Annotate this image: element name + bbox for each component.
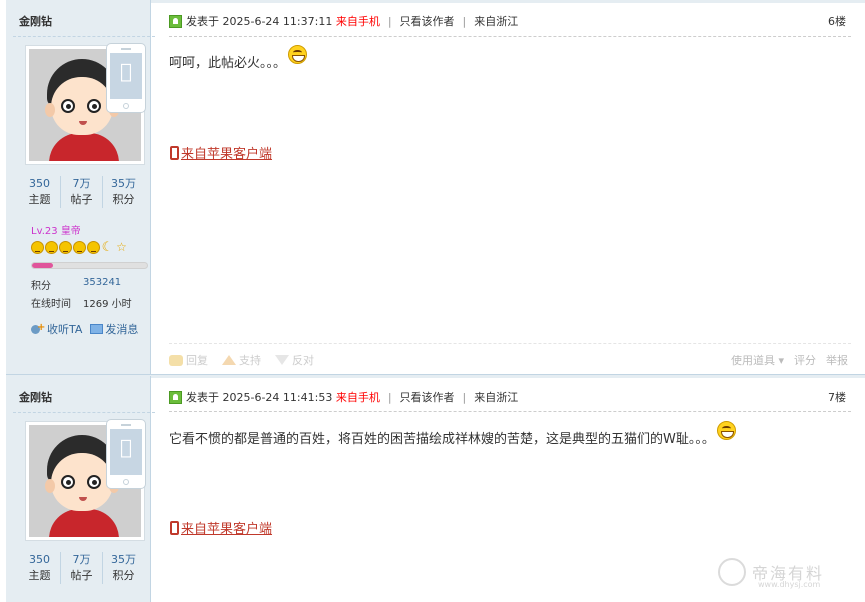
author-sidebar: 金刚钻  350 主题 7万 帖子 xyxy=(6,0,155,376)
region-label: 来自浙江 xyxy=(474,391,519,404)
moon-icon: ☾ xyxy=(101,240,114,255)
stat-topics[interactable]: 350 主题 xyxy=(19,176,61,208)
support-button[interactable]: 支持 xyxy=(222,352,261,368)
sun-face-icon xyxy=(87,241,100,254)
phone-icon xyxy=(170,145,179,160)
online-time-value: 1269 小时 xyxy=(83,299,132,310)
stat-posts[interactable]: 7万 帖子 xyxy=(61,552,103,584)
grin-emoji-icon xyxy=(716,421,736,440)
sun-face-icon xyxy=(31,241,44,254)
points-value[interactable]: 353241 xyxy=(83,277,121,288)
online-status-icon xyxy=(169,390,182,404)
region-label: 来自浙江 xyxy=(474,15,519,28)
post-footer: 回复 支持 反对 使用道具 ▾ 评分 举报 xyxy=(169,343,851,376)
author-stats: 350 主题 7万 帖子 35万 积分 xyxy=(19,176,144,208)
reply-icon xyxy=(169,354,183,366)
post-meta: 发表于 2025-6-24 11:41:53 来自手机 | 只看该作者 | 来自… xyxy=(169,389,518,405)
site-watermark: 帝海有料 www.dhysj.com xyxy=(718,558,824,589)
author-name[interactable]: 金刚钻 xyxy=(19,13,52,29)
level-number: Lv.23 xyxy=(31,226,58,237)
stat-points[interactable]: 35万 积分 xyxy=(103,552,144,584)
post-meta: 发表于 2025-6-24 11:37:11 来自手机 | 只看该作者 | 来自… xyxy=(169,13,518,29)
user-level[interactable]: Lv.23 皇帝 xyxy=(31,222,81,237)
rate-button[interactable]: 评分 xyxy=(794,352,816,368)
envelope-icon xyxy=(90,324,104,334)
stat-topics[interactable]: 350 主题 xyxy=(19,552,61,584)
via-mobile-link[interactable]: 来自手机 xyxy=(336,389,380,405)
phone-icon xyxy=(170,520,179,535)
post-body: 发表于 2025-6-24 11:37:11 来自手机 | 只看该作者 | 来自… xyxy=(152,0,865,376)
author-actions: 收听TA 发消息 xyxy=(31,321,138,337)
divider xyxy=(13,36,155,37)
points-row: 积分 353241 xyxy=(31,277,122,292)
level-rank: 皇帝 xyxy=(60,226,81,237)
post-6: 金刚钻  350 主题 7万 帖子 xyxy=(0,0,865,376)
only-author-link[interactable]: 只看该作者 xyxy=(400,13,455,29)
author-name[interactable]: 金刚钻 xyxy=(19,389,52,405)
only-author-link[interactable]: 只看该作者 xyxy=(400,389,455,405)
use-tools-menu[interactable]: 使用道具 ▾ xyxy=(731,352,784,368)
author-stats: 350 主题 7万 帖子 35万 积分 xyxy=(19,552,144,584)
author-sidebar: 金刚钻  350 主题 7万 帖子 xyxy=(6,376,155,602)
post-content: 它看不惯的都是普通的百姓，将百姓的困苦描绘成祥林嫂的苦楚，这是典型的五猫们的W耻… xyxy=(169,421,736,447)
divider xyxy=(169,36,851,37)
post-datetime: 2025-6-24 11:41:53 xyxy=(222,390,333,404)
follow-button[interactable]: 收听TA xyxy=(31,321,82,337)
stat-points[interactable]: 35万 积分 xyxy=(103,176,144,208)
online-time-row: 在线时间 1269 小时 xyxy=(31,295,132,310)
apple-client-link[interactable]: 来自苹果客户端 xyxy=(170,143,272,162)
stat-posts[interactable]: 7万 帖子 xyxy=(61,176,103,208)
report-button[interactable]: 举报 xyxy=(826,352,848,368)
iphone-icon:  xyxy=(106,419,146,489)
iphone-icon:  xyxy=(106,43,146,113)
level-progress-fill xyxy=(32,263,53,268)
floor-number[interactable]: 7楼 xyxy=(828,389,846,405)
star-icon: ☆ xyxy=(116,240,127,254)
level-progress-bar xyxy=(31,262,148,269)
watermark-logo-icon xyxy=(718,558,746,586)
divider xyxy=(13,412,155,413)
post-content: 呵呵，此帖必火。。。 xyxy=(169,45,308,71)
floor-number[interactable]: 6楼 xyxy=(828,13,846,29)
sun-face-icon xyxy=(59,241,72,254)
reply-button[interactable]: 回复 xyxy=(169,352,208,368)
follow-icon xyxy=(31,322,45,335)
apple-client-link[interactable]: 来自苹果客户端 xyxy=(170,518,272,537)
send-message-button[interactable]: 发消息 xyxy=(90,321,138,337)
thumb-up-icon xyxy=(222,355,236,365)
post-datetime: 2025-6-24 11:37:11 xyxy=(222,14,333,28)
online-status-icon xyxy=(169,14,182,28)
grin-emoji-icon xyxy=(288,45,308,64)
via-mobile-link[interactable]: 来自手机 xyxy=(336,13,380,29)
thumb-down-icon xyxy=(275,355,289,365)
sun-face-icon xyxy=(73,241,86,254)
level-badges: ☾ ☆ xyxy=(31,241,128,254)
sun-face-icon xyxy=(45,241,58,254)
divider xyxy=(169,411,851,412)
oppose-button[interactable]: 反对 xyxy=(275,352,314,368)
